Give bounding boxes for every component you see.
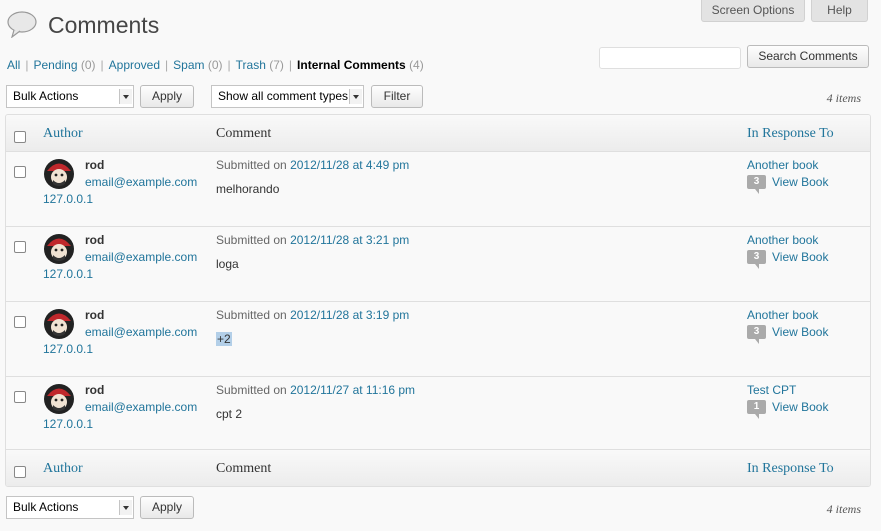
view-post-link[interactable]: View Book	[772, 175, 828, 189]
column-comment-footer: Comment	[216, 461, 272, 476]
row-checkbox[interactable]	[14, 241, 26, 253]
avatar	[44, 159, 74, 189]
submitted-info: Submitted on 2012/11/27 at 11:16 pm	[216, 383, 415, 397]
items-count-top: 4 items	[826, 91, 861, 105]
submitted-prefix: Submitted on	[216, 233, 287, 247]
author-email-link[interactable]: email@example.com	[85, 175, 197, 189]
row-checkbox[interactable]	[14, 166, 26, 178]
filter-internal-comments[interactable]: Internal Comments	[297, 58, 406, 72]
author-email-link[interactable]: email@example.com	[85, 250, 197, 264]
table-row: rod email@example.com 127.0.0.1 Submitte…	[6, 227, 870, 302]
author-name: rod	[85, 383, 105, 397]
select-all-checkbox-footer[interactable]	[14, 466, 26, 478]
view-post-link[interactable]: View Book	[772, 250, 828, 264]
comment-date-link[interactable]: 2012/11/27 at 11:16 pm	[290, 383, 415, 397]
bulk-actions-select-top[interactable]: Bulk Actions	[6, 85, 134, 108]
search-comments-button[interactable]: Search Comments	[747, 45, 869, 68]
comment-date-link[interactable]: 2012/11/28 at 3:19 pm	[290, 308, 409, 322]
chevron-down-icon	[349, 89, 362, 104]
items-count-bottom: 4 items	[826, 502, 861, 516]
submitted-prefix: Submitted on	[216, 308, 287, 322]
bulk-actions-label: Bulk Actions	[13, 89, 79, 103]
filter-spam[interactable]: Spam	[173, 58, 204, 72]
column-in-response-to[interactable]: In Response To	[747, 126, 834, 142]
response-post-link[interactable]: Test CPT	[747, 383, 796, 397]
comment-text: melhorando	[216, 182, 280, 196]
filter-button[interactable]: Filter	[371, 85, 423, 108]
filter-approved[interactable]: Approved	[109, 58, 160, 72]
response-post-link[interactable]: Another book	[747, 308, 818, 322]
filter-internal-count: (4)	[409, 58, 424, 72]
author-name: rod	[85, 308, 105, 322]
comment-count-badge[interactable]: 3	[747, 175, 766, 194]
bulk-actions-select-bottom[interactable]: Bulk Actions	[6, 496, 134, 519]
search-input[interactable]	[599, 47, 741, 69]
avatar	[44, 384, 74, 414]
response-post-link[interactable]: Another book	[747, 158, 818, 172]
author-name: rod	[85, 233, 105, 247]
screen-options-button[interactable]: Screen Options	[701, 0, 805, 22]
submitted-info: Submitted on 2012/11/28 at 3:19 pm	[216, 308, 409, 322]
table-header: Author Comment In Response To	[6, 115, 870, 152]
column-comment: Comment	[216, 126, 272, 141]
submitted-info: Submitted on 2012/11/28 at 4:49 pm	[216, 158, 409, 172]
table-row: rod email@example.com 127.0.0.1 Submitte…	[6, 302, 870, 377]
filter-all[interactable]: All	[7, 58, 20, 72]
select-all-checkbox[interactable]	[14, 131, 26, 143]
row-checkbox[interactable]	[14, 316, 26, 328]
comment-count-badge[interactable]: 3	[747, 250, 766, 269]
status-filters: All | Pending (0) | Approved | Spam (0) | Trash …	[7, 58, 424, 72]
author-ip-link[interactable]: 127.0.0.1	[43, 417, 93, 431]
author-ip-link[interactable]: 127.0.0.1	[43, 192, 93, 206]
comments-bubble-icon	[7, 11, 37, 38]
comment-type-label: Show all comment types	[218, 89, 349, 103]
column-author-footer[interactable]: Author	[43, 461, 83, 477]
view-post-link[interactable]: View Book	[772, 325, 828, 339]
comment-type-select[interactable]: Show all comment types	[211, 85, 364, 108]
filter-pending[interactable]: Pending	[33, 58, 77, 72]
column-in-response-to-footer[interactable]: In Response To	[747, 461, 834, 477]
filter-spam-count: (0)	[207, 58, 223, 72]
view-post-link[interactable]: View Book	[772, 400, 828, 414]
submitted-prefix: Submitted on	[216, 383, 287, 397]
row-checkbox[interactable]	[14, 391, 26, 403]
submitted-info: Submitted on 2012/11/28 at 3:21 pm	[216, 233, 409, 247]
author-name: rod	[85, 158, 105, 172]
author-ip-link[interactable]: 127.0.0.1	[43, 342, 93, 356]
comment-count-badge[interactable]: 3	[747, 325, 766, 344]
filter-trash[interactable]: Trash	[236, 58, 266, 72]
avatar	[44, 309, 74, 339]
author-email-link[interactable]: email@example.com	[85, 325, 197, 339]
comment-text: loga	[216, 257, 239, 271]
response-post-link[interactable]: Another book	[747, 233, 818, 247]
comment-text: +2	[216, 332, 232, 346]
comment-count-badge[interactable]: 1	[747, 400, 766, 419]
bulk-actions-label: Bulk Actions	[13, 500, 79, 514]
help-button[interactable]: Help	[811, 0, 868, 22]
apply-button-top[interactable]: Apply	[140, 85, 194, 108]
table-row: rod email@example.com 127.0.0.1 Submitte…	[6, 377, 870, 452]
author-email-link[interactable]: email@example.com	[85, 400, 197, 414]
avatar	[44, 234, 74, 264]
author-ip-link[interactable]: 127.0.0.1	[43, 267, 93, 281]
filter-trash-count: (7)	[269, 58, 284, 72]
comments-table: Author Comment In Response To rod email@…	[5, 114, 871, 487]
chevron-down-icon	[119, 89, 132, 104]
apply-button-bottom[interactable]: Apply	[140, 496, 194, 519]
filter-pending-count: (0)	[80, 58, 96, 72]
table-footer: Author Comment In Response To	[6, 449, 870, 486]
chevron-down-icon	[119, 500, 132, 515]
comment-date-link[interactable]: 2012/11/28 at 4:49 pm	[290, 158, 409, 172]
comment-text: cpt 2	[216, 407, 243, 421]
comment-date-link[interactable]: 2012/11/28 at 3:21 pm	[290, 233, 409, 247]
page-title: Comments	[48, 12, 160, 38]
table-row: rod email@example.com 127.0.0.1 Submitte…	[6, 152, 870, 227]
column-author[interactable]: Author	[43, 126, 83, 142]
submitted-prefix: Submitted on	[216, 158, 287, 172]
